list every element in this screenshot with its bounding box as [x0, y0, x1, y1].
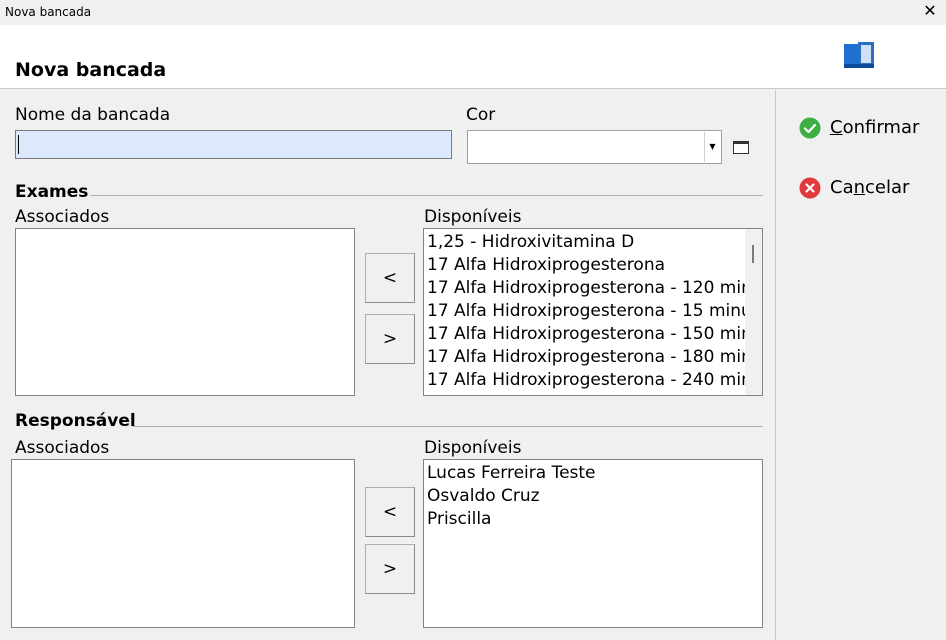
window-title: Nova bancada [5, 5, 92, 19]
confirm-label: Confirmar [830, 117, 920, 138]
exames-section-title: Exames [15, 182, 89, 202]
page-title: Nova bancada [15, 59, 167, 81]
exames-divider [90, 195, 763, 196]
exames-move-right-button[interactable]: > [365, 314, 415, 364]
list-item[interactable]: 17 Alfa Hidroxiprogesterona - 240 min [427, 370, 752, 390]
responsavel-move-left-button[interactable]: < [365, 487, 415, 537]
responsavel-available-list[interactable]: Lucas Ferreira Teste Osvaldo Cruz Prisci… [423, 459, 763, 628]
name-input[interactable] [15, 130, 452, 159]
exames-move-left-button[interactable]: < [365, 253, 415, 303]
cancel-circle-icon [799, 177, 821, 199]
title-bar: Nova bancada ✕ [0, 0, 946, 25]
close-icon[interactable]: ✕ [922, 3, 938, 19]
check-circle-icon [799, 117, 821, 139]
responsavel-associated-label: Associados [15, 438, 110, 458]
cancel-button[interactable]: Cancelar [799, 177, 909, 201]
responsavel-divider [133, 426, 763, 427]
color-picker-icon[interactable] [733, 141, 749, 154]
dropdown-arrow-icon[interactable]: ▼ [704, 132, 720, 162]
list-item[interactable]: 17 Alfa Hidroxiprogesterona - 180 min [427, 347, 752, 367]
exames-associated-list[interactable] [15, 228, 355, 396]
list-item[interactable]: 1,25 - Hidroxivitamina D [427, 232, 634, 252]
list-item[interactable]: 17 Alfa Hidroxiprogesterona - 150 min [427, 324, 752, 344]
exames-scrollbar[interactable] [745, 229, 762, 395]
text-caret [18, 135, 19, 154]
exames-available-list[interactable]: 1,25 - Hidroxivitamina D 17 Alfa Hidroxi… [423, 228, 763, 396]
responsavel-section-title: Responsável [15, 411, 136, 431]
dialog-header: Nova bancada [0, 25, 946, 89]
book-logo-icon [844, 42, 876, 68]
action-panel [777, 90, 946, 640]
list-item[interactable]: 17 Alfa Hidroxiprogesterona - 15 minu [427, 301, 752, 321]
confirm-button[interactable]: Confirmar [799, 117, 919, 141]
exames-associated-label: Associados [15, 207, 110, 227]
list-item[interactable]: Osvaldo Cruz [427, 486, 540, 506]
scrollbar-thumb[interactable] [752, 245, 754, 263]
name-label: Nome da bancada [15, 105, 171, 125]
list-item[interactable]: 17 Alfa Hidroxiprogesterona - 120 min [427, 278, 752, 298]
responsavel-associated-list[interactable] [11, 459, 355, 628]
responsavel-available-label: Disponíveis [424, 438, 522, 458]
responsavel-move-right-button[interactable]: > [365, 544, 415, 594]
exames-available-label: Disponíveis [424, 207, 522, 227]
color-label: Cor [466, 105, 496, 125]
list-item[interactable]: 17 Alfa Hidroxiprogesterona [427, 255, 665, 275]
list-item[interactable]: Lucas Ferreira Teste [427, 463, 596, 483]
list-item[interactable]: Priscilla [427, 509, 491, 529]
color-select[interactable]: ▼ [467, 130, 722, 164]
cancel-label: Cancelar [830, 177, 910, 198]
